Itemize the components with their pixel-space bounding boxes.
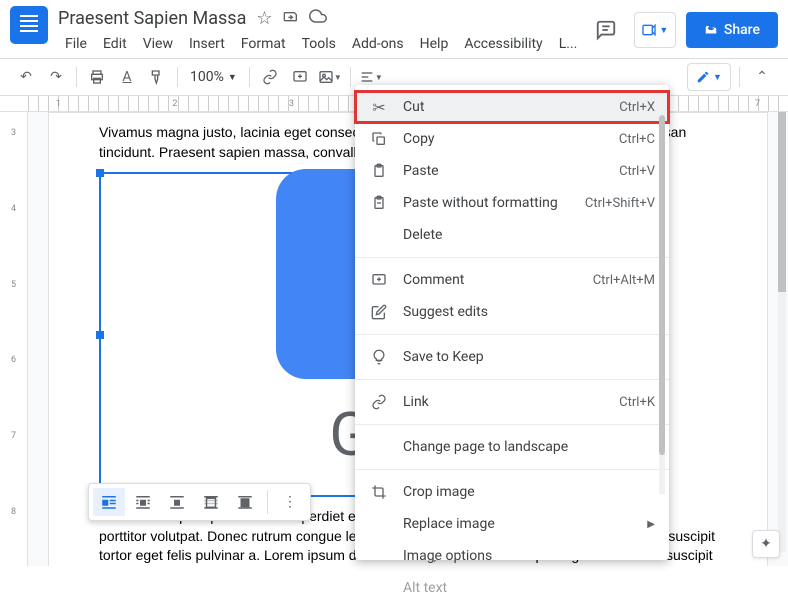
- image-wrap-toolbar: ⋮: [88, 483, 311, 521]
- print-button[interactable]: [83, 63, 111, 91]
- ctx-comment[interactable]: Comment Ctrl+Alt+M: [355, 264, 669, 296]
- menu-format[interactable]: Format: [234, 32, 293, 56]
- ctx-alt-text[interactable]: Alt text: [355, 572, 669, 604]
- wrap-front-button[interactable]: [229, 488, 261, 516]
- ctx-separator: [355, 379, 669, 380]
- crop-icon: [369, 484, 389, 500]
- resize-handle[interactable]: [96, 169, 104, 177]
- insert-image-button[interactable]: ▼: [316, 63, 344, 91]
- docs-logo[interactable]: [10, 6, 48, 44]
- redo-button[interactable]: ↷: [42, 63, 70, 91]
- menu-insert[interactable]: Insert: [182, 32, 232, 56]
- menu-tools[interactable]: Tools: [295, 32, 343, 56]
- ctx-paste-no-format[interactable]: Paste without formatting Ctrl+Shift+V: [355, 187, 669, 219]
- ctx-paste[interactable]: Paste Ctrl+V: [355, 155, 669, 187]
- menu-help[interactable]: Help: [413, 32, 456, 56]
- wrap-text-button[interactable]: [127, 488, 159, 516]
- title-area: Praesent Sapien Massa ☆ File Edit View I…: [58, 6, 588, 56]
- zoom-select[interactable]: 100%▼: [184, 69, 243, 85]
- context-menu: ✂Cut Ctrl+X Copy Ctrl+C Paste Ctrl+V Pas…: [355, 85, 669, 560]
- ctx-crop-image[interactable]: Crop image: [355, 476, 669, 508]
- collapse-toolbar-button[interactable]: ⌃: [748, 63, 776, 91]
- add-comment-button[interactable]: [286, 63, 314, 91]
- share-label: Share: [724, 22, 760, 38]
- star-icon[interactable]: ☆: [256, 8, 272, 29]
- document-title[interactable]: Praesent Sapien Massa: [58, 8, 246, 29]
- cloud-status-icon[interactable]: [309, 7, 327, 30]
- suggest-icon: [369, 304, 389, 320]
- ctx-copy[interactable]: Copy Ctrl+C: [355, 123, 669, 155]
- ctx-link[interactable]: Link Ctrl+K: [355, 386, 669, 418]
- ctx-replace-image[interactable]: Replace image ▶: [355, 508, 669, 540]
- ctx-separator: [355, 424, 669, 425]
- link-button[interactable]: [256, 63, 284, 91]
- ctx-save-to-keep[interactable]: Save to Keep: [355, 341, 669, 373]
- paint-format-button[interactable]: [143, 63, 171, 91]
- ctx-separator: [355, 469, 669, 470]
- menu-addons[interactable]: Add-ons: [345, 32, 411, 56]
- app-header: Praesent Sapien Massa ☆ File Edit View I…: [0, 0, 788, 58]
- submenu-arrow-icon: ▶: [647, 519, 655, 530]
- wrap-behind-button[interactable]: [195, 488, 227, 516]
- comments-icon[interactable]: [588, 12, 624, 48]
- copy-icon: [369, 131, 389, 147]
- resize-handle[interactable]: [96, 331, 104, 339]
- ctx-separator: [355, 334, 669, 335]
- ctx-landscape[interactable]: Change page to landscape: [355, 431, 669, 463]
- ctx-delete[interactable]: Delete: [355, 219, 669, 251]
- menu-view[interactable]: View: [136, 32, 180, 56]
- ctx-image-options[interactable]: Image options: [355, 540, 669, 572]
- undo-button[interactable]: ↶: [12, 63, 40, 91]
- wrap-inline-button[interactable]: [93, 488, 125, 516]
- comment-icon: [369, 272, 389, 288]
- editing-mode-button[interactable]: ▼: [687, 63, 731, 91]
- ctx-cut[interactable]: ✂Cut Ctrl+X: [355, 91, 669, 123]
- main-scrollbar[interactable]: [778, 112, 786, 552]
- menu-last-edit[interactable]: L...: [552, 32, 585, 56]
- menu-accessibility[interactable]: Accessibility: [457, 32, 549, 56]
- share-button[interactable]: Share: [686, 12, 778, 48]
- menu-edit[interactable]: Edit: [96, 32, 134, 56]
- keep-icon: [369, 349, 389, 365]
- ctx-suggest-edits[interactable]: Suggest edits: [355, 296, 669, 328]
- image-more-button[interactable]: ⋮: [274, 488, 306, 516]
- ctx-scrollbar[interactable]: [659, 115, 665, 495]
- link-icon: [369, 394, 389, 410]
- menu-file[interactable]: File: [58, 32, 94, 56]
- ctx-separator: [355, 257, 669, 258]
- menubar: File Edit View Insert Format Tools Add-o…: [58, 32, 588, 56]
- present-button[interactable]: ▼: [634, 12, 676, 48]
- vertical-ruler[interactable]: 345678: [0, 112, 28, 566]
- move-icon[interactable]: [283, 8, 299, 29]
- spellcheck-button[interactable]: A: [113, 63, 141, 91]
- paste-icon: [369, 163, 389, 179]
- paste-plain-icon: [369, 195, 389, 211]
- cut-icon: ✂: [369, 98, 389, 117]
- wrap-break-button[interactable]: [161, 488, 193, 516]
- explore-button[interactable]: ✦: [752, 530, 780, 558]
